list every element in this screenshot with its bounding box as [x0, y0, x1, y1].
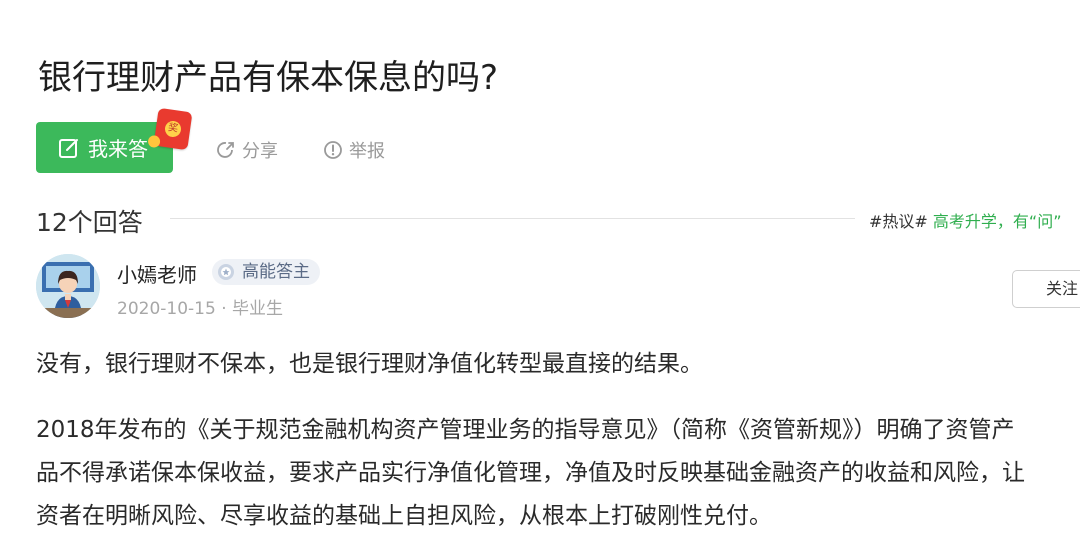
avatar[interactable] [36, 254, 100, 318]
meta-separator: · [215, 299, 233, 319]
follow-button[interactable]: 关注 [1012, 270, 1080, 308]
hot-topic-link[interactable]: #热议# 高考升学，有“问” [869, 208, 1062, 232]
redpacket-icon[interactable]: 奖 [147, 107, 193, 151]
answer-paragraph: 资者在明晰风险、尽享收益的基础上自担风险，从根本上打破刚性兑付。 [36, 503, 772, 529]
answer-paragraph: 2018年发布的《关于规范金融机构资产管理业务的指导意见》（简称《资管新规》）明… [36, 417, 1015, 443]
edit-icon [59, 138, 78, 158]
question-title: 银行理财产品有保本保息的吗? [38, 58, 499, 98]
share-label: 分享 [242, 141, 278, 162]
answer-count: 12个回答 [36, 208, 143, 237]
report-label: 举报 [349, 141, 385, 162]
answer-meta: 2020-10-15 · 毕业生 [117, 294, 283, 319]
author-name[interactable]: 小嫣老师 [117, 259, 197, 288]
redpacket-dot [147, 134, 161, 149]
medal-icon [218, 264, 234, 280]
share-icon [217, 142, 234, 158]
answer-date: 2020-10-15 [117, 299, 216, 319]
redpacket-coin: 奖 [163, 119, 183, 139]
author-role: 毕业生 [232, 299, 284, 319]
divider [170, 218, 855, 219]
share-button[interactable]: 分享 [216, 137, 278, 163]
report-icon [324, 141, 342, 159]
avatar-image [36, 254, 100, 318]
hot-tag: #热议# [869, 212, 928, 231]
badge-label: 高能答主 [242, 262, 310, 282]
answer-button[interactable]: 我来答 [36, 122, 173, 173]
author-badge: 高能答主 [212, 259, 320, 285]
report-button[interactable]: 举报 [323, 137, 385, 163]
answer-paragraph: 品不得承诺保本保收益，要求产品实行净值化管理，净值及时反映基础金融资产的收益和风… [36, 460, 1025, 486]
hot-topic-text: 高考升学，有“问” [927, 212, 1062, 231]
answer-paragraph: 没有，银行理财不保本，也是银行理财净值化转型最直接的结果。 [36, 351, 703, 377]
answer-button-label: 我来答 [88, 137, 148, 161]
